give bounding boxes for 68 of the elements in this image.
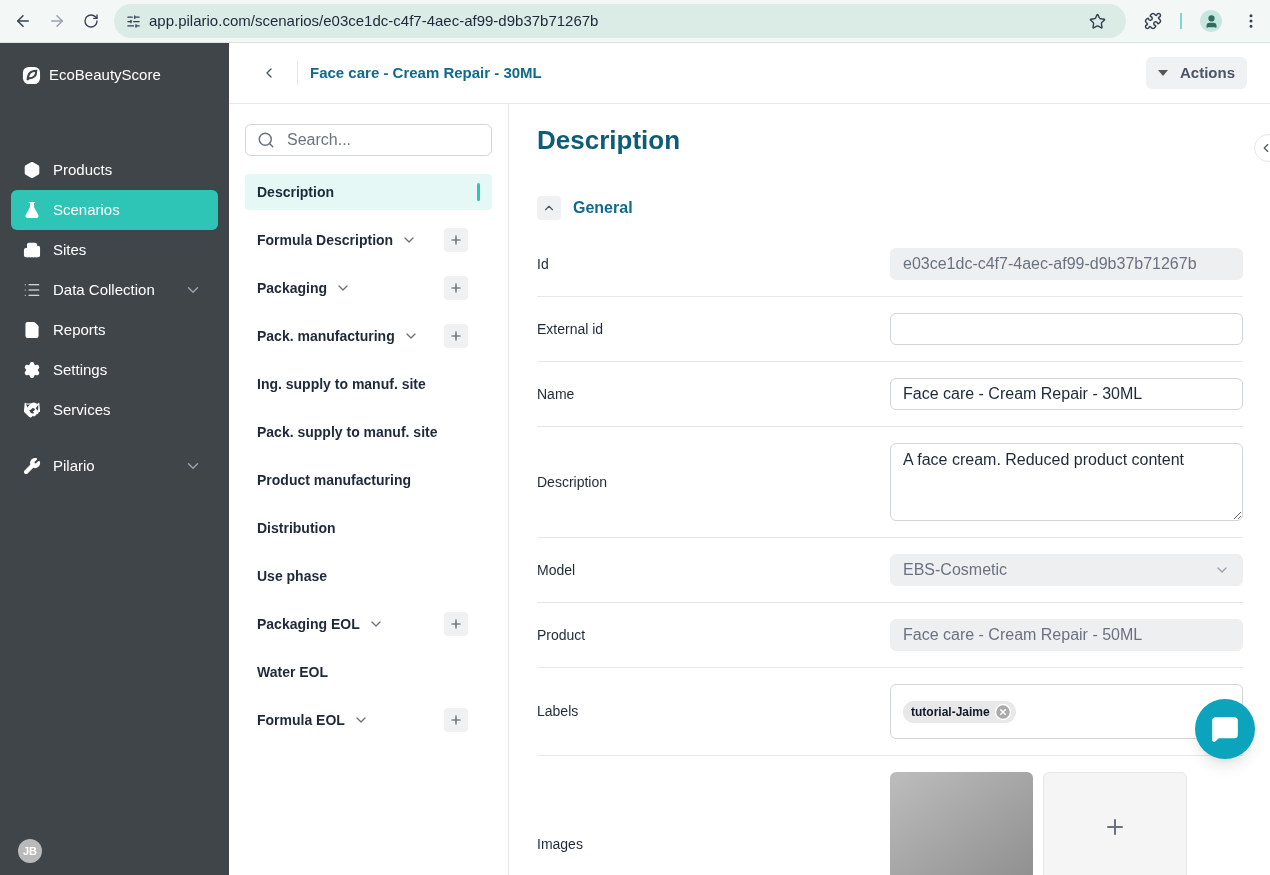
flask-icon bbox=[23, 201, 41, 219]
add-button[interactable] bbox=[444, 324, 468, 348]
bookmark-star-icon[interactable] bbox=[1089, 12, 1106, 30]
search-icon bbox=[257, 131, 275, 149]
logo-icon bbox=[22, 65, 41, 85]
nav-item[interactable]: Data Collection bbox=[11, 270, 218, 310]
nav-item[interactable]: Settings bbox=[11, 350, 218, 390]
reload-icon[interactable] bbox=[83, 13, 99, 29]
group-title: General bbox=[573, 198, 633, 218]
section-title: Description bbox=[537, 124, 682, 156]
back-icon[interactable] bbox=[14, 12, 32, 30]
nav-item[interactable]: Products bbox=[11, 150, 218, 190]
wrench-icon bbox=[23, 457, 41, 475]
chat-button[interactable] bbox=[1195, 699, 1255, 759]
forward-icon[interactable] bbox=[48, 12, 66, 30]
collapse-button[interactable] bbox=[537, 196, 561, 220]
actions-button[interactable]: Actions bbox=[1146, 57, 1247, 89]
page-title: Face care - Cream Repair - 30ML bbox=[310, 62, 542, 83]
nav-item[interactable]: Services bbox=[11, 390, 218, 430]
text-area[interactable]: A face cream. Reduced product content bbox=[890, 443, 1243, 521]
add-button[interactable] bbox=[444, 708, 468, 732]
nav-item[interactable]: Pilario bbox=[11, 446, 218, 486]
section-item[interactable]: Water EOL bbox=[245, 654, 492, 690]
text-field[interactable] bbox=[890, 313, 1243, 345]
plus-icon bbox=[449, 617, 463, 631]
tags-field[interactable]: tutorial-Jaime bbox=[890, 684, 1243, 739]
nav-item[interactable]: Reports bbox=[11, 310, 218, 350]
handshake-icon bbox=[23, 401, 41, 419]
plus-icon bbox=[449, 713, 463, 727]
profile-icon[interactable] bbox=[1200, 10, 1222, 32]
add-button[interactable] bbox=[444, 228, 468, 252]
list-icon bbox=[23, 281, 41, 299]
person-icon bbox=[1203, 13, 1219, 29]
url-text: app.pilario.com/scenarios/e03ce1dc-c4f7-4aec-af99-d9b37b71267b bbox=[149, 10, 599, 31]
field-label: Model bbox=[537, 560, 577, 580]
brand-name: EcoBeautyScore bbox=[49, 64, 161, 85]
plus-icon bbox=[449, 281, 463, 295]
extensions-icon[interactable] bbox=[1144, 12, 1162, 30]
search-field[interactable]: Search... bbox=[245, 124, 492, 156]
section-item[interactable]: Pack. supply to manuf. site bbox=[245, 414, 492, 450]
section-item[interactable]: Ing. supply to manuf. site bbox=[245, 366, 492, 402]
selection-indicator bbox=[477, 183, 480, 201]
nav-item[interactable]: Sites bbox=[11, 230, 218, 270]
plus-icon bbox=[449, 233, 463, 247]
remove-icon[interactable] bbox=[993, 702, 1012, 721]
site-settings-icon[interactable] bbox=[126, 13, 141, 29]
section-item[interactable]: Distribution bbox=[245, 510, 492, 546]
field-label: Images bbox=[537, 835, 584, 854]
field-label: Id bbox=[537, 254, 550, 274]
field-label: Description bbox=[537, 472, 609, 492]
field-label: Name bbox=[537, 384, 576, 404]
field-label: External id bbox=[537, 319, 605, 339]
document-icon bbox=[23, 321, 41, 339]
field-label: Labels bbox=[537, 702, 580, 721]
add-button[interactable] bbox=[444, 612, 468, 636]
add-button[interactable] bbox=[444, 276, 468, 300]
section-item[interactable]: Description bbox=[245, 174, 492, 210]
text-field[interactable]: Face care - Cream Repair - 30ML bbox=[890, 378, 1243, 410]
section-item[interactable]: Use phase bbox=[245, 558, 492, 594]
label-tag: tutorial-Jaime bbox=[903, 700, 1016, 723]
plus-icon bbox=[449, 329, 463, 343]
caret-icon bbox=[1158, 70, 1168, 76]
settings-icon bbox=[23, 361, 41, 379]
field-label: Product bbox=[537, 625, 587, 645]
address-bar[interactable]: app.pilario.com/scenarios/e03ce1dc-c4f7-4aec-af99-d9b37b71267b bbox=[114, 4, 1126, 38]
chat-icon bbox=[1211, 715, 1239, 743]
box-icon bbox=[23, 161, 41, 179]
section-item[interactable]: Product manufacturing bbox=[245, 462, 492, 498]
